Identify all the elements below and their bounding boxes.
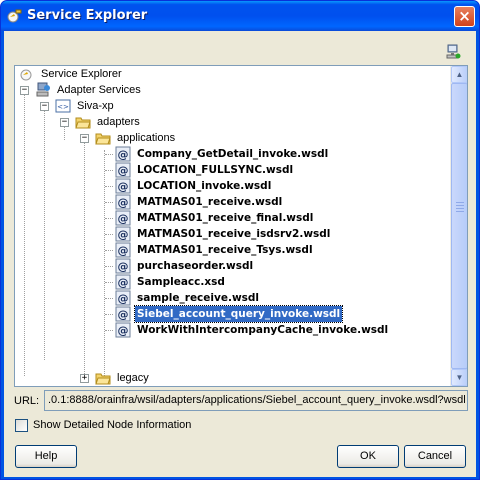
help-button-label: Help [34,450,58,462]
at-sign-wsdl-icon: @ [115,290,131,306]
tree-line [105,186,113,187]
tree-line [105,266,113,267]
collapse-toggle[interactable]: − [60,118,69,127]
collapse-toggle[interactable]: − [20,86,29,95]
cancel-button[interactable]: Cancel [404,445,466,468]
window-title: Service Explorer [27,8,148,23]
svg-text:@: @ [118,276,129,289]
show-details-label: Show Detailed Node Information [33,419,192,431]
tree-line [24,86,25,376]
at-sign-wsdl-icon: @ [115,226,131,242]
tree-line [105,250,113,251]
svg-text:@: @ [118,180,129,193]
expand-toggle[interactable]: + [80,374,89,383]
host-icon: <> [55,99,71,113]
tree-scrollbar[interactable]: ▲ ▼ [450,66,467,386]
at-sign-wsdl-icon: @ [115,274,131,290]
tree-line [105,218,113,219]
refresh-server-icon[interactable] [445,44,461,60]
file-node-label: MATMAS01_receive_isdsrv2.wsdl [137,228,331,240]
collapse-toggle[interactable]: − [40,102,49,111]
tree-node-label: Siva-xp [77,100,114,112]
svg-text:<>: <> [57,103,69,111]
close-button[interactable]: × [454,6,475,27]
file-node-label: purchaseorder.wsdl [137,260,254,272]
svg-text:@: @ [118,308,129,321]
tree-line [105,154,113,155]
folder-icon [75,117,91,129]
url-field[interactable]: .0.1:8888/orainfra/wsil/adapters/applica… [44,390,468,411]
file-node-label: sample_receive.wsdl [137,292,260,304]
service-explorer-window: Service Explorer × Service Explorer − Ad… [0,0,480,480]
scroll-up-button[interactable]: ▲ [451,66,467,83]
service-explorer-icon [7,9,22,23]
show-details-checkbox[interactable] [15,419,28,432]
tree-node-label: legacy [117,372,149,384]
at-sign-wsdl-icon: @ [115,146,131,162]
tree-node-label: Adapter Services [57,84,141,96]
file-node-label: MATMAS01_receive_final.wsdl [137,212,314,224]
svg-text:@: @ [118,148,129,161]
file-node-label: LOCATION_FULLSYNC.wsdl [137,164,294,176]
svg-text:@: @ [118,196,129,209]
at-sign-wsdl-icon: @ [115,178,131,194]
tree-line [104,150,105,378]
scroll-down-button[interactable]: ▼ [451,369,467,386]
tree-line [84,134,85,380]
file-node-label: MATMAS01_receive.wsdl [137,196,283,208]
tree-content: Service Explorer − Adapter Services − <>… [15,66,451,386]
at-sign-wsdl-icon: @ [115,242,131,258]
tree-node-label: applications [117,132,176,144]
grip-line [456,205,464,206]
grip-line [456,208,464,209]
tree-node-label: Service Explorer [41,68,122,80]
svg-text:@: @ [118,260,129,273]
tree-line [105,298,113,299]
tree-line [105,330,113,331]
scroll-thumb[interactable] [451,83,467,369]
svg-text:@: @ [118,212,129,225]
help-button[interactable]: Help [15,445,77,468]
at-sign-wsdl-icon: @ [115,258,131,274]
svg-text:@: @ [118,324,129,337]
grip-line [456,211,464,212]
tree-line [105,202,113,203]
collapse-toggle[interactable]: − [80,134,89,143]
ok-button[interactable]: OK [337,445,399,468]
svg-text:@: @ [118,244,129,257]
url-label: URL: [14,395,40,407]
server-icon [36,82,50,97]
file-node-label: Sampleacc.xsd [137,276,225,288]
tree-line [44,102,45,360]
at-sign-wsdl-icon: @ [115,162,131,178]
tree-line [105,314,113,315]
at-sign-wsdl-icon: @ [115,210,131,226]
dialog-body: Service Explorer − Adapter Services − <>… [4,31,476,477]
grip-line [456,202,464,203]
at-sign-wsdl-icon: @ [115,306,131,322]
cancel-button-label: Cancel [417,450,453,462]
tree-node-label: adapters [97,116,140,128]
svg-text:@: @ [118,292,129,305]
ok-button-label: OK [360,450,376,462]
tree-line [105,282,113,283]
svg-text:@: @ [118,164,129,177]
file-node-label: Siebel_account_query_invoke.wsdl [133,305,344,323]
at-sign-wsdl-icon: @ [115,322,131,338]
tree-line [105,234,113,235]
service-explorer-icon [20,69,32,81]
folder-icon [95,133,111,145]
tree-line [105,170,113,171]
at-sign-wsdl-icon: @ [115,194,131,210]
file-node-label: MATMAS01_receive_Tsys.wsdl [137,244,313,256]
service-tree[interactable]: Service Explorer − Adapter Services − <>… [14,65,468,387]
folder-icon [95,373,111,385]
svg-text:@: @ [118,228,129,241]
file-node-label: WorkWithIntercompanyCache_invoke.wsdl [137,324,389,336]
title-bar[interactable]: Service Explorer × [1,1,479,31]
file-node-label: LOCATION_invoke.wsdl [137,180,272,192]
file-node-label: Company_GetDetail_invoke.wsdl [137,148,329,160]
